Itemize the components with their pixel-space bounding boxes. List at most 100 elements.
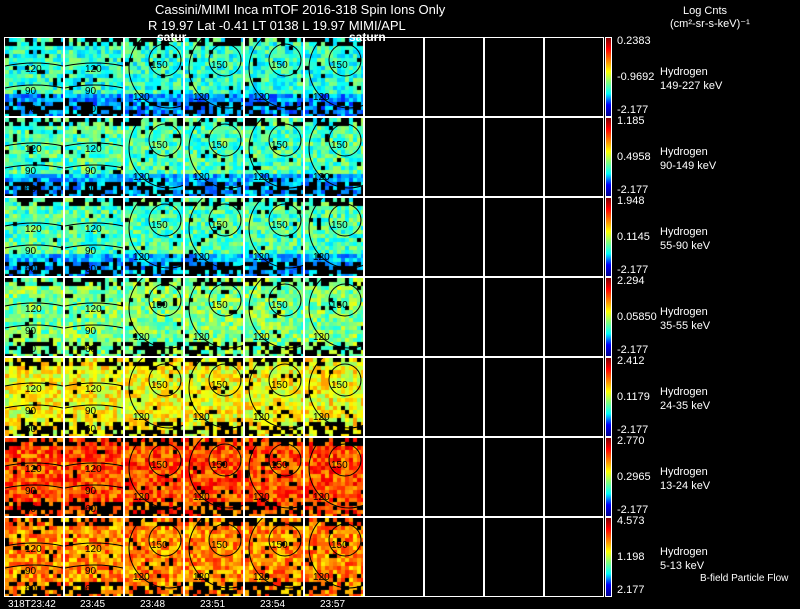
- panel-r6-c8: [484, 517, 544, 597]
- contour-label: 90: [85, 486, 97, 497]
- plot-title: Cassini/MIMI Inca mTOF 2016-318 Spin Ion…: [155, 2, 446, 17]
- contour-label: 60: [85, 264, 97, 275]
- colorbar: [605, 117, 612, 197]
- row-species: Hydrogen: [660, 306, 708, 318]
- panel-r0-c0: 120 90 60: [4, 37, 64, 117]
- contour-label: 120: [25, 144, 42, 155]
- panel-r0-c8: [484, 37, 544, 117]
- contour-overlay: 120 90 60: [5, 542, 63, 595]
- panel-r2-c7: [424, 197, 484, 277]
- contour-overlay: 150 120: [128, 38, 183, 109]
- colorbar-max-label: 4.573: [617, 515, 645, 527]
- contour-label: 120: [193, 92, 210, 103]
- colorbar: [605, 437, 612, 517]
- colorbar: [605, 357, 612, 437]
- panel-r4-c4: 150 120: [244, 357, 304, 437]
- colorbar-mid-label: 0.2965: [617, 471, 651, 483]
- contour-label: 120: [85, 64, 102, 75]
- panel-r6-c5: 150 120: [304, 517, 364, 597]
- contour-overlay: 120 90 60: [65, 62, 123, 115]
- contour-label: 120: [193, 572, 210, 583]
- contour-label: 60: [85, 344, 97, 355]
- row-label: Hydrogen 13-24 keV: [660, 465, 710, 493]
- panel-r6-c1: 120 90 60: [64, 517, 124, 597]
- contour-label: 90: [85, 326, 97, 337]
- contour-overlay: 120 90 60: [65, 382, 123, 435]
- panel-r0-c3: 150 120: [184, 37, 244, 117]
- contour-label: 120: [25, 464, 42, 475]
- contour-label: 120: [133, 572, 150, 583]
- row-species: Hydrogen: [660, 226, 708, 238]
- contour-overlay: 150 120: [128, 438, 183, 509]
- contour-overlay: 150 120: [308, 438, 363, 509]
- row-energy: 35-55 keV: [660, 320, 711, 332]
- panel-r0-c5: 150 120: [304, 37, 364, 117]
- panel-r5-c1: 120 90 60: [64, 437, 124, 517]
- panel-grid: 120 90 60 120 90 60 150 120 150 120 150 120 150 120 12…: [4, 37, 604, 597]
- panel-r3-c4: 150 120: [244, 277, 304, 357]
- contour-label: 150: [211, 300, 228, 311]
- panel-r6-c7: [424, 517, 484, 597]
- time-tick-label: 23:48: [140, 599, 166, 609]
- panel-r6-c3: 150 120: [184, 517, 244, 597]
- contour-label: 60: [85, 184, 97, 195]
- colorbar-max-label: 1.185: [617, 115, 645, 127]
- contour-label: 150: [211, 380, 228, 391]
- panel-r1-c4: 150 120: [244, 117, 304, 197]
- contour-overlay: 150 120: [188, 518, 243, 589]
- time-tick-label: 23:51: [200, 599, 226, 609]
- panel-r1-c5: 150 120: [304, 117, 364, 197]
- colorbar: [605, 277, 612, 357]
- row-energy: 24-35 keV: [660, 400, 711, 412]
- panel-r1-c9: [544, 117, 604, 197]
- contour-label: 150: [331, 300, 348, 311]
- contour-label: 120: [253, 332, 270, 343]
- contour-overlay: 150 120: [308, 358, 363, 429]
- panel-r2-c2: 150 120: [124, 197, 184, 277]
- contour-label: 120: [253, 172, 270, 183]
- panel-r4-c7: [424, 357, 484, 437]
- contour-label: 120: [85, 304, 102, 315]
- panel-r3-c3: 150 120: [184, 277, 244, 357]
- panel-r5-c5: 150 120: [304, 437, 364, 517]
- contour-overlay: 150 120: [188, 278, 243, 349]
- contour-label: 120: [253, 412, 270, 423]
- contour-label: 120: [313, 92, 330, 103]
- colorbar-max-label: 0.2383: [617, 35, 651, 47]
- contour-label: 120: [193, 412, 210, 423]
- contour-label: 120: [85, 544, 102, 555]
- row-energy: 149-227 keV: [660, 80, 723, 92]
- panel-r1-c1: 120 90 60: [64, 117, 124, 197]
- colorbar-min-label: 2.177: [617, 584, 645, 596]
- panel-r2-c3: 150 120: [184, 197, 244, 277]
- units-label-2: (cm²-sr-s-keV)⁻¹: [670, 18, 750, 30]
- contour-overlay: 150 120: [248, 198, 303, 269]
- contour-label: 60: [85, 504, 97, 515]
- contour-overlay: 150 120: [248, 38, 303, 109]
- contour-overlay: 150 120: [128, 518, 183, 589]
- panel-r1-c8: [484, 117, 544, 197]
- row-label: Hydrogen 55-90 keV: [660, 225, 710, 253]
- contour-label: 150: [151, 380, 168, 391]
- panel-r3-c7: [424, 277, 484, 357]
- contour-overlay: 120 90 60: [65, 542, 123, 595]
- contour-label: 150: [331, 140, 348, 151]
- panel-r3-c5: 150 120: [304, 277, 364, 357]
- contour-label: 120: [25, 304, 42, 315]
- row-species: Hydrogen: [660, 146, 708, 158]
- contour-overlay: 150 120: [128, 198, 183, 269]
- contour-label: 120: [133, 172, 150, 183]
- contour-label: 150: [331, 380, 348, 391]
- contour-label: 120: [313, 572, 330, 583]
- row-species: Hydrogen: [660, 546, 708, 558]
- contour-overlay: 150 120: [128, 278, 183, 349]
- panel-r2-c6: [364, 197, 424, 277]
- contour-label: 60: [25, 344, 37, 355]
- row-label: Hydrogen 24-35 keV: [660, 385, 710, 413]
- row-label: Hydrogen 149-227 keV: [660, 65, 722, 93]
- contour-overlay: 150 120: [248, 438, 303, 509]
- row-label: Hydrogen 90-149 keV: [660, 145, 716, 173]
- panel-r3-c0: 120 90 60: [4, 277, 64, 357]
- contour-label: 60: [85, 104, 97, 115]
- panel-r4-c9: [544, 357, 604, 437]
